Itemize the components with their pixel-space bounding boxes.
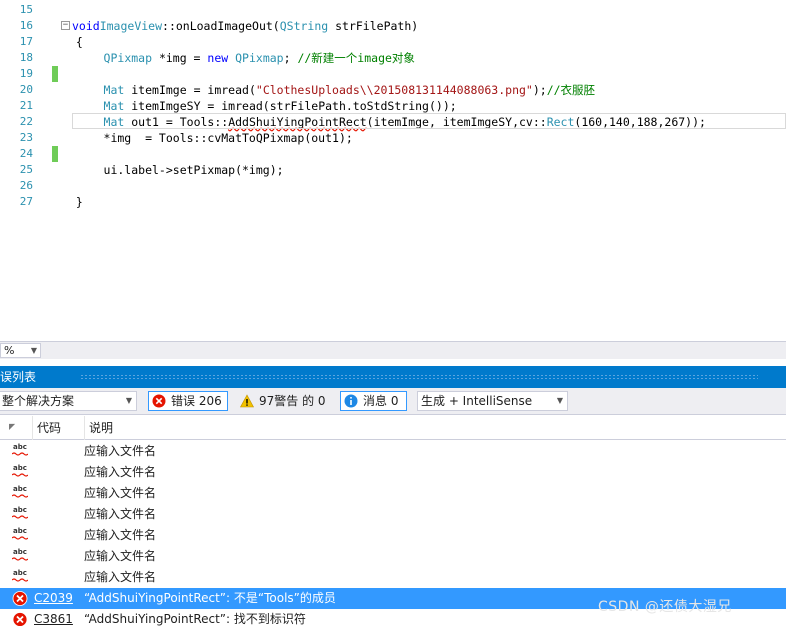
code-line[interactable]: 16 − voidImageView::onLoadImageOut(QString… [0,18,786,34]
source-dropdown[interactable]: 生成 + IntelliSense ▼ [417,391,568,411]
watermark: CSDN @还债大湿兄 [598,599,732,615]
line-number: 26 [19,179,33,192]
error-description: “AddShuiYingPointRect”: 不是“Tools”的成员 [84,591,336,605]
line-number: 16 [19,19,33,32]
spelling-icon: abc [12,570,28,585]
info-icon [344,394,358,408]
error-code-link[interactable]: C2039 [34,588,73,609]
scope-dropdown-value: 整个解决方案 [2,394,75,408]
code-text: { [62,35,83,49]
warnings-filter-button[interactable]: 97警告 的 0 [236,391,332,411]
code-line[interactable]: 26 [0,178,786,194]
error-description: “AddShuiYingPointRect”: 找不到标识符 [84,612,306,626]
error-list-panel: 误列表 整个解决方案 ▼ 错误 206 97警告 的 0 消息 0 生成 + I… [0,359,786,626]
editor-status-bar: % ▼ [0,341,786,359]
code-text: voidImageView::onLoadImageOut(QString st… [72,19,419,33]
line-number: 18 [19,51,33,64]
code-line[interactable]: 19 [0,66,786,82]
code-text: *img = Tools::cvMatToQPixmap(out1); [62,131,353,145]
warnings-filter-label: 97警告 的 0 [259,394,326,408]
error-row[interactable]: abc 应输入文件名 [0,483,786,504]
change-marker [52,66,58,82]
error-description: 应输入文件名 [84,486,157,500]
error-row[interactable]: abc 应输入文件名 [0,525,786,546]
column-code-label: 代码 [37,421,62,435]
scope-dropdown[interactable]: 整个解决方案 ▼ [0,391,137,411]
line-number: 17 [19,35,33,48]
column-header-description[interactable]: 说明 [84,416,786,440]
zoom-dropdown[interactable]: % ▼ [0,343,41,358]
spelling-icon: abc [12,528,28,543]
line-number: 24 [19,147,33,160]
source-dropdown-value: 生成 + IntelliSense [421,394,533,408]
code-editor[interactable]: 1516 − voidImageView::onLoadImageOut(QStri… [0,0,786,340]
error-description: 应输入文件名 [84,507,157,521]
code-line[interactable]: 23 *img = Tools::cvMatToQPixmap(out1); [0,130,786,146]
change-marker [52,146,58,162]
spelling-icon: abc [12,465,28,480]
error-row[interactable]: abc 应输入文件名 [0,504,786,525]
line-number: 20 [19,83,33,96]
code-line[interactable]: 17 { [0,34,786,50]
code-line[interactable]: 18 QPixmap *img = new QPixmap; //新建一个ima… [0,50,786,66]
panel-title: 误列表 [0,370,37,384]
current-line-highlight [72,113,786,129]
error-description: 应输入文件名 [84,549,157,563]
code-line[interactable]: 21 Mat itemImgeSY = imread(strFilePath.t… [0,98,786,114]
chevron-down-icon: ▼ [125,396,132,405]
zoom-value: % [4,344,15,357]
spelling-icon: abc [12,507,28,522]
code-text: Mat itemImgeSY = imread(strFilePath.toSt… [103,99,457,113]
spelling-icon: abc [12,549,28,564]
error-description: 应输入文件名 [84,528,157,542]
error-row[interactable]: abc 应输入文件名 [0,546,786,567]
chevron-down-icon: ▼ [556,396,563,405]
panel-title-bar[interactable]: 误列表 [0,366,786,388]
code-line[interactable]: 25 ui.label->setPixmap(*img); [0,162,786,178]
error-list-header: ◤ 代码 说明 [0,416,786,440]
messages-filter-label: 消息 0 [363,394,399,408]
errors-filter-label: 错误 206 [171,394,222,408]
error-row[interactable]: abc 应输入文件名 [0,441,786,462]
messages-filter-button[interactable]: 消息 0 [340,391,407,411]
code-text: Mat itemImge = imread("ClothesUploads\\2… [103,83,596,97]
line-number: 23 [19,131,33,144]
code-text: } [62,195,83,209]
column-description-label: 说明 [89,421,114,435]
error-list-toolbar: 整个解决方案 ▼ 错误 206 97警告 的 0 消息 0 生成 + Intel… [0,388,786,415]
code-line[interactable]: 15 [0,2,786,18]
code-line[interactable]: 27 } [0,194,786,210]
error-row[interactable]: abc 应输入文件名 [0,567,786,588]
line-number: 19 [19,67,33,80]
spelling-icon: abc [12,486,28,501]
error-description: 应输入文件名 [84,465,157,479]
error-row[interactable]: abc 应输入文件名 [0,462,786,483]
line-number: 21 [19,99,33,112]
sort-icon[interactable]: ◤ [9,422,19,432]
column-header-code[interactable]: 代码 [32,416,84,440]
code-line[interactable]: 20 Mat itemImge = imread("ClothesUploads… [0,82,786,98]
error-icon [12,612,28,626]
error-code-link[interactable]: C3861 [34,609,73,626]
spelling-icon: abc [12,444,28,459]
error-description: 应输入文件名 [84,570,157,584]
code-line[interactable]: 24 [0,146,786,162]
warning-icon [240,394,254,408]
line-number: 15 [19,3,33,16]
error-description: 应输入文件名 [84,444,157,458]
error-icon [152,394,166,408]
errors-filter-button[interactable]: 错误 206 [148,391,228,411]
drag-grip[interactable] [80,374,758,380]
collapse-icon[interactable]: − [61,21,70,30]
line-number: 25 [19,163,33,176]
line-number: 22 [19,115,33,128]
code-text: QPixmap *img = new QPixmap; //新建一个image对… [103,51,415,65]
chevron-down-icon: ▼ [30,346,37,355]
code-text: ui.label->setPixmap(*img); [62,163,284,177]
line-number: 27 [19,195,33,208]
error-icon [12,591,28,606]
